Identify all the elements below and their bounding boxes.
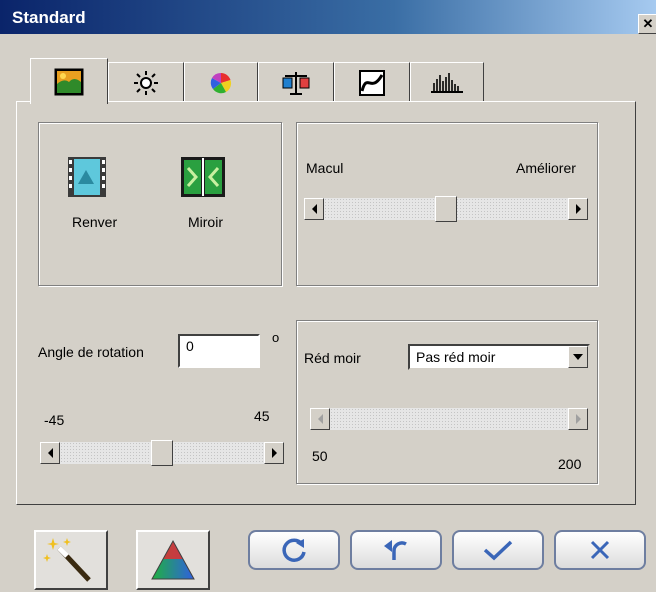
close-icon: ✕ xyxy=(642,16,654,31)
window-title: Standard xyxy=(12,8,86,27)
sharpen-slider[interactable] xyxy=(304,196,588,222)
moire-left-arrow-button[interactable] xyxy=(310,408,330,430)
chevron-down-icon xyxy=(573,354,583,360)
rotation-min-label: -45 xyxy=(44,412,65,428)
left-arrow-icon xyxy=(317,414,323,424)
reset-button[interactable] xyxy=(248,530,340,570)
rotation-right-arrow-button[interactable] xyxy=(264,442,284,464)
title-bar: Standard xyxy=(0,0,656,34)
left-arrow-icon xyxy=(47,448,53,458)
moire-dropdown[interactable]: Pas réd moir xyxy=(408,344,590,370)
degree-unit: o xyxy=(272,330,280,345)
right-arrow-icon xyxy=(271,448,277,458)
ok-button[interactable] xyxy=(452,530,544,570)
sharpen-right-arrow-button[interactable] xyxy=(568,198,588,220)
rgb-triangle-icon xyxy=(151,539,195,580)
moire-max-label: 200 xyxy=(558,456,582,472)
mirror-label: Miroir xyxy=(188,214,223,230)
undo-icon xyxy=(384,540,407,560)
rotation-slider-thumb[interactable] xyxy=(151,440,173,466)
color-wheel-icon xyxy=(210,72,232,93)
sharpen-min-label: Macul xyxy=(306,160,344,176)
tab-histogram[interactable] xyxy=(410,62,484,102)
brightness-sun-icon xyxy=(134,70,158,95)
tab-color-balance[interactable] xyxy=(258,62,334,102)
tone-curve-icon xyxy=(359,69,385,96)
moire-dropdown-value: Pas réd moir xyxy=(416,349,496,365)
tab-brightness[interactable] xyxy=(108,62,184,102)
left-arrow-icon xyxy=(311,204,317,214)
sharpen-left-arrow-button[interactable] xyxy=(304,198,324,220)
moire-right-arrow-button[interactable] xyxy=(568,408,588,430)
cancel-button[interactable] xyxy=(554,530,646,570)
tab-tone-curve[interactable] xyxy=(334,62,410,102)
close-icon xyxy=(590,540,610,560)
rotation-max-label: 45 xyxy=(254,408,270,424)
color-adjust-button[interactable] xyxy=(136,530,210,590)
rotation-angle-input[interactable] xyxy=(178,334,260,368)
tab-color[interactable] xyxy=(184,62,258,102)
moire-slider[interactable] xyxy=(310,406,588,432)
sharpen-max-label: Améliorer xyxy=(516,160,576,176)
tab-image[interactable] xyxy=(30,58,108,104)
sharpen-slider-thumb[interactable] xyxy=(435,196,457,222)
moire-min-label: 50 xyxy=(312,448,328,464)
histogram-icon xyxy=(431,72,463,93)
flip-button[interactable] xyxy=(66,156,108,198)
color-balance-scale-icon xyxy=(282,71,310,95)
landscape-image-icon xyxy=(54,68,84,95)
flip-group xyxy=(38,122,282,286)
mirror-button[interactable] xyxy=(180,156,226,198)
undo-button[interactable] xyxy=(350,530,442,570)
refresh-icon xyxy=(282,538,306,562)
right-arrow-icon xyxy=(575,414,581,424)
mirror-icon xyxy=(181,157,225,197)
close-button[interactable]: ✕ xyxy=(638,14,656,34)
checkmark-icon xyxy=(483,540,513,561)
magic-wand-icon xyxy=(43,538,91,582)
rotation-slider[interactable] xyxy=(40,440,284,466)
rotation-label: Angle de rotation xyxy=(38,344,144,360)
flip-label: Renver xyxy=(72,214,118,230)
moire-slider-track[interactable] xyxy=(330,408,568,430)
auto-enhance-button[interactable] xyxy=(34,530,108,590)
rotation-left-arrow-button[interactable] xyxy=(40,442,60,464)
right-arrow-icon xyxy=(575,204,581,214)
flip-film-icon xyxy=(68,157,106,197)
moire-dropdown-button[interactable] xyxy=(568,346,588,368)
moire-label: Réd moir xyxy=(304,350,361,366)
